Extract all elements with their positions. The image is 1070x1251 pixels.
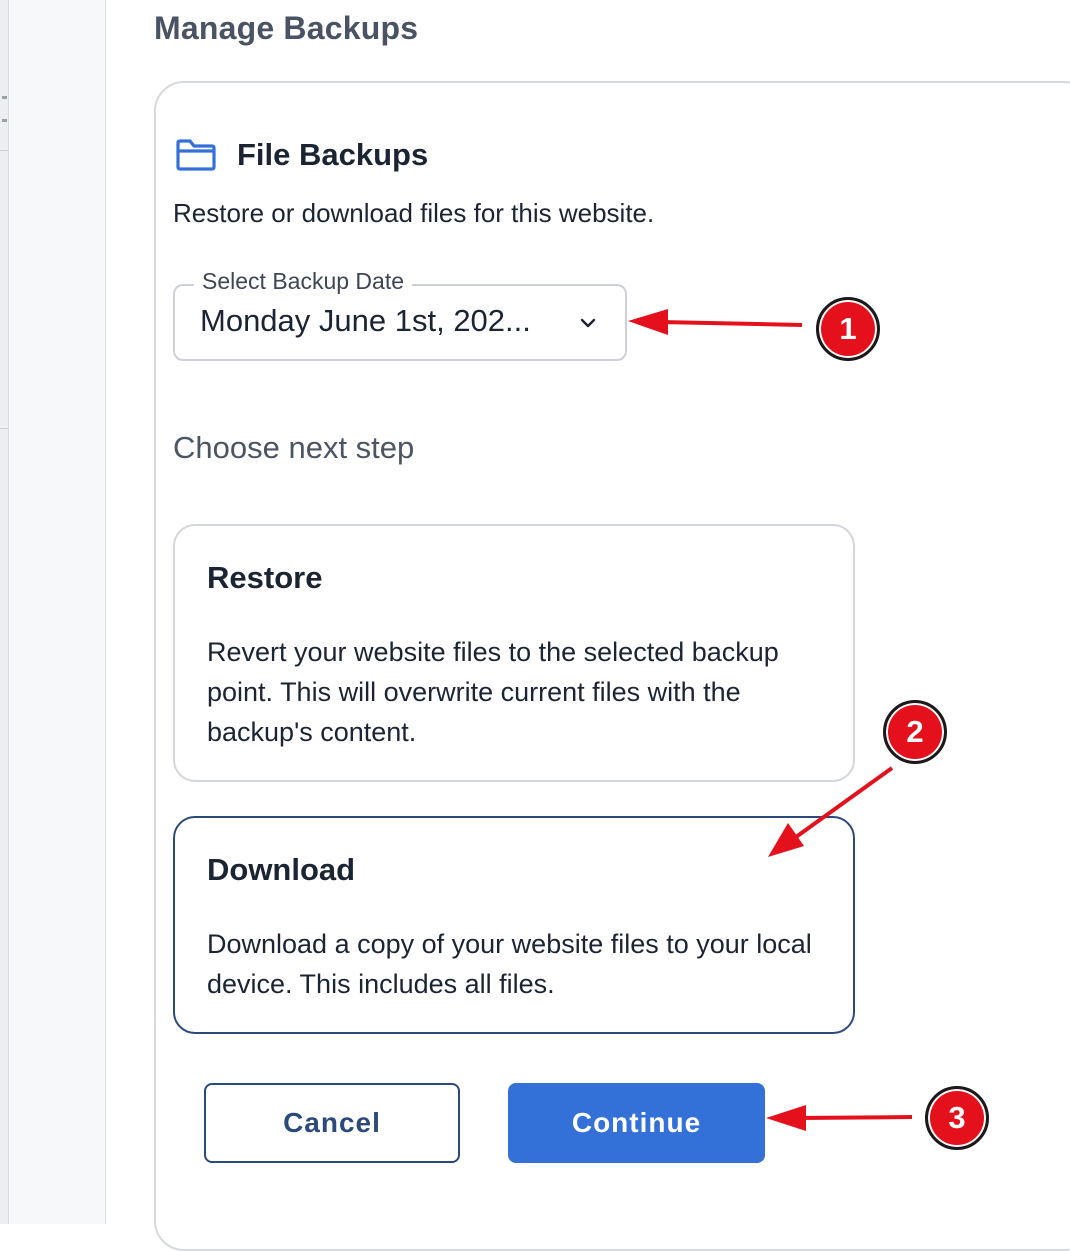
annotation-badge-1: 1 <box>816 297 880 361</box>
select-label: Select Backup Date <box>194 268 413 295</box>
gutter-handle <box>2 96 7 122</box>
page-title: Manage Backups <box>154 10 419 46</box>
continue-button[interactable]: Continue <box>508 1083 765 1163</box>
option-title: Restore <box>207 560 323 595</box>
chevron-down-icon[interactable] <box>578 313 598 333</box>
section-description: Restore or download files for this websi… <box>173 198 655 228</box>
option-download[interactable]: Download Download a copy of your website… <box>173 816 855 1034</box>
gutter-divider <box>0 428 8 429</box>
section-title: File Backups <box>237 137 429 172</box>
section-header: File Backups <box>175 132 428 178</box>
option-description: Download a copy of your website files to… <box>207 929 812 999</box>
option-restore[interactable]: Restore Revert your website files to the… <box>173 524 855 782</box>
folder-icon <box>176 139 216 171</box>
gutter-divider <box>0 150 8 151</box>
option-title: Download <box>207 852 356 887</box>
select-value: Monday June 1st, 202... <box>200 303 531 338</box>
left-panel <box>9 0 106 1224</box>
cancel-button[interactable]: Cancel <box>204 1083 460 1163</box>
annotation-badge-2: 2 <box>883 700 947 764</box>
left-gutter <box>0 0 9 1224</box>
next-step-label: Choose next step <box>173 430 415 465</box>
option-description: Revert your website files to the selecte… <box>207 637 779 747</box>
annotation-badge-3: 3 <box>925 1086 989 1150</box>
